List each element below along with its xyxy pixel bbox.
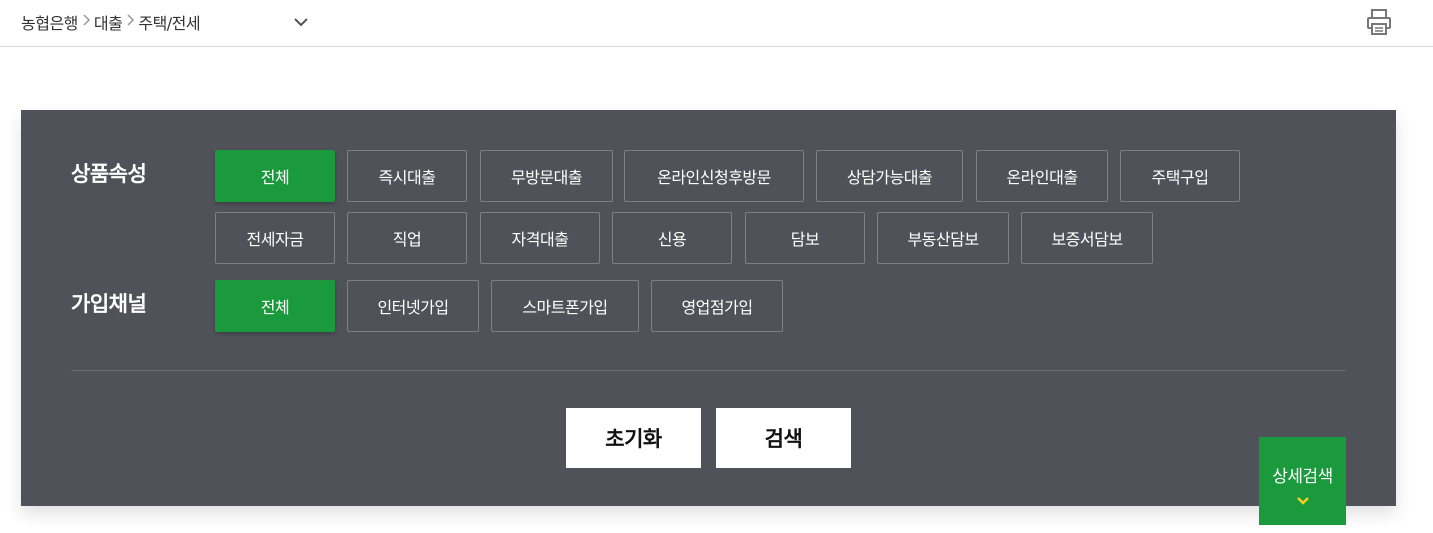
chip-attr-qualification[interactable]: 자격대출 [480, 212, 600, 264]
chip-attr-online-then-visit[interactable]: 온라인신청후방문 [624, 150, 804, 202]
chip-attr-real-estate[interactable]: 부동산담보 [877, 212, 1009, 264]
chip-attr-online[interactable]: 온라인대출 [976, 150, 1108, 202]
chip-attr-credit[interactable]: 신용 [612, 212, 732, 264]
breadcrumb: 농협은행 대출 주택/전세 [21, 10, 201, 34]
chevron-right-icon [122, 14, 138, 30]
chip-attr-jeonse[interactable]: 전세자금 [215, 212, 335, 264]
chip-attr-home-purchase[interactable]: 주택구입 [1120, 150, 1240, 202]
chip-attr-consult[interactable]: 상담가능대출 [816, 150, 963, 202]
chip-attr-collateral[interactable]: 담보 [745, 212, 865, 264]
top-bar: 농협은행 대출 주택/전세 [0, 0, 1433, 47]
reset-button[interactable]: 초기화 [566, 408, 701, 468]
join-channel-label: 가입채널 [71, 292, 147, 316]
product-attribute-label: 상품속성 [71, 162, 147, 186]
chip-channel-branch[interactable]: 영업점가입 [651, 280, 783, 332]
chip-attr-no-visit[interactable]: 무방문대출 [480, 150, 613, 202]
chip-attr-all[interactable]: 전체 [215, 150, 335, 202]
breadcrumb-item-bank[interactable]: 농협은행 [21, 10, 78, 34]
chip-channel-all[interactable]: 전체 [215, 280, 335, 332]
chip-channel-internet[interactable]: 인터넷가입 [347, 280, 479, 332]
chip-attr-guarantee[interactable]: 보증서담보 [1021, 212, 1153, 264]
chevron-right-icon [78, 14, 94, 30]
chevron-down-icon [1296, 491, 1310, 505]
search-filter-panel: 상품속성 전체 즉시대출 무방문대출 온라인신청후방문 상담가능대출 온라인대출… [21, 110, 1396, 506]
chip-channel-smartphone[interactable]: 스마트폰가입 [491, 280, 639, 332]
divider [71, 370, 1346, 371]
breadcrumb-item-housing: 주택/전세 [138, 14, 201, 33]
printer-icon[interactable] [1366, 8, 1392, 36]
detail-search-button[interactable]: 상세검색 [1259, 437, 1346, 525]
detail-search-label: 상세검색 [1272, 466, 1333, 487]
chevron-down-icon[interactable] [292, 13, 310, 31]
breadcrumb-item-loan[interactable]: 대출 [94, 10, 123, 34]
search-button[interactable]: 검색 [716, 408, 851, 468]
chip-attr-instant[interactable]: 즉시대출 [347, 150, 467, 202]
chip-attr-occupation[interactable]: 직업 [347, 212, 467, 264]
